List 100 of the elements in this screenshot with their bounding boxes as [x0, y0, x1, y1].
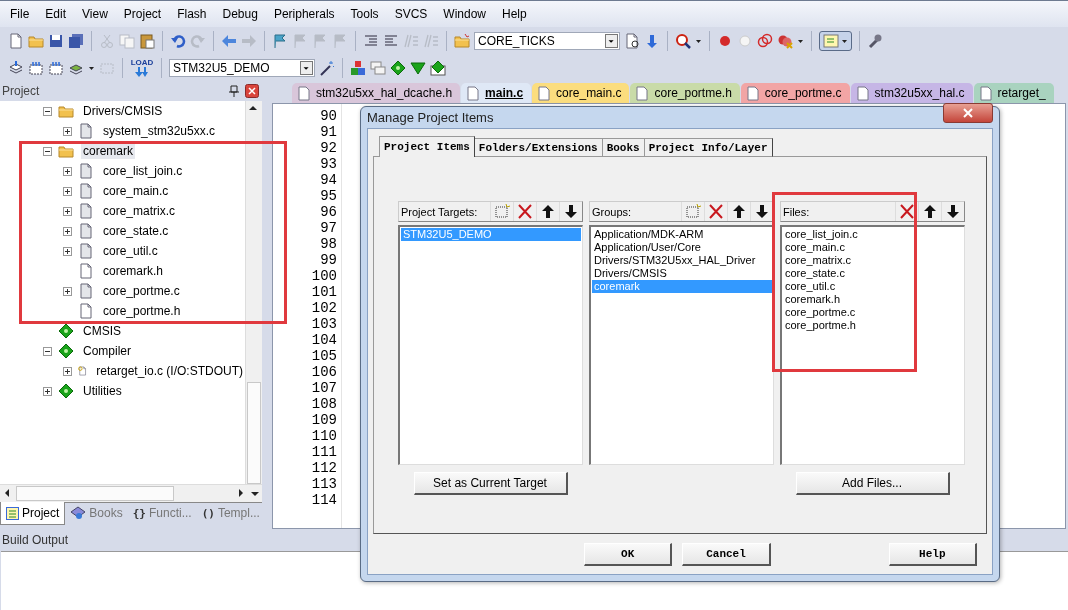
menu-item[interactable]: Help: [494, 7, 535, 21]
list-item[interactable]: core_main.c: [783, 241, 963, 254]
file-tab[interactable]: retarget_: [973, 83, 1054, 103]
menu-item[interactable]: Tools: [342, 7, 387, 21]
book-icon[interactable]: [70, 506, 87, 520]
file-tab[interactable]: core_portme.c: [740, 83, 850, 103]
expander-icon[interactable]: [63, 166, 72, 176]
menu-item[interactable]: Project: [115, 7, 170, 21]
magic-wand-icon[interactable]: [319, 59, 335, 76]
list-item[interactable]: Application/User/Core: [592, 241, 772, 254]
expander-icon[interactable]: [63, 366, 72, 376]
panel-tab[interactable]: Project: [0, 502, 66, 525]
save-icon[interactable]: [48, 32, 64, 49]
expander-icon[interactable]: [43, 386, 52, 396]
file-icon[interactable]: [538, 85, 551, 101]
file-icon[interactable]: [856, 85, 869, 101]
expander-icon[interactable]: [63, 226, 72, 236]
menu-item[interactable]: File: [2, 7, 38, 21]
tree-item[interactable]: core_portme.c: [101, 283, 182, 299]
expander-icon[interactable]: [63, 286, 72, 296]
list-item[interactable]: core_state.c: [783, 267, 963, 280]
tree-item[interactable]: Utilities: [81, 383, 124, 399]
dialog-button[interactable]: Help: [888, 542, 977, 566]
find-in-files-icon[interactable]: [624, 32, 640, 49]
project-icon[interactable]: [6, 506, 19, 520]
file-icon[interactable]: [467, 85, 480, 101]
list-item[interactable]: core_portme.c: [783, 306, 963, 319]
new-item-icon[interactable]: [490, 202, 513, 221]
rebuild-icon[interactable]: [28, 59, 44, 76]
save-all-icon[interactable]: [68, 32, 84, 49]
file-tab[interactable]: core_main.c: [532, 83, 630, 103]
tree-item[interactable]: core_portme.h: [101, 303, 183, 319]
circles-icon[interactable]: [757, 32, 773, 49]
tree-item[interactable]: core_main.c: [101, 183, 171, 199]
wrench-icon[interactable]: [867, 32, 883, 49]
panel-tab[interactable]: {} Functi...: [127, 502, 197, 524]
tree-item[interactable]: core_list_join.c: [101, 163, 185, 179]
tree-item[interactable]: Drivers/CMSIS: [81, 103, 165, 119]
menu-item[interactable]: View: [74, 7, 116, 21]
expander-icon[interactable]: [43, 346, 52, 356]
flag-icon[interactable]: [272, 32, 288, 49]
menu-item[interactable]: Window: [435, 7, 494, 21]
close-icon[interactable]: [245, 84, 259, 98]
action-button[interactable]: Add Files...: [795, 472, 950, 495]
file-icon[interactable]: [298, 85, 310, 101]
outdent-icon[interactable]: [383, 32, 399, 49]
pin-icon[interactable]: [229, 85, 239, 97]
scroll-thumb[interactable]: [16, 486, 174, 501]
paste-icon[interactable]: [139, 32, 155, 49]
file-icon[interactable]: [636, 85, 649, 101]
menu-item[interactable]: Edit: [37, 7, 75, 21]
list-item[interactable]: Drivers/CMSIS: [592, 267, 772, 280]
list-item[interactable]: core_portme.h: [783, 319, 963, 332]
rebuild-icon[interactable]: [48, 59, 64, 76]
build-icon[interactable]: [8, 59, 24, 76]
expander-icon[interactable]: [43, 146, 52, 156]
list-item[interactable]: coremark.h: [783, 293, 963, 306]
list-item[interactable]: Application/MDK-ARM: [592, 228, 772, 241]
action-button[interactable]: Set as Current Target: [413, 472, 568, 495]
expander-icon[interactable]: [63, 206, 72, 216]
list-item[interactable]: Drivers/STM32U5xx_HAL_Driver: [592, 254, 772, 267]
list-item[interactable]: core_util.c: [783, 280, 963, 293]
tree-item[interactable]: core_util.c: [101, 243, 160, 259]
file-tab[interactable]: stm32u5xx_hal_dcache.h: [292, 83, 461, 103]
new-file-icon[interactable]: [8, 32, 24, 49]
panel-tab[interactable]: () Templ...: [196, 502, 265, 524]
menu-item[interactable]: SVCS: [386, 7, 436, 21]
tree-item[interactable]: core_state.c: [101, 223, 171, 239]
funnel-icon[interactable]: [410, 59, 426, 76]
indent-icon[interactable]: [363, 32, 379, 49]
dialog-tab[interactable]: Project Info/Layer: [643, 138, 773, 157]
diamond-icon[interactable]: [430, 59, 446, 76]
magnifier-icon[interactable]: [675, 32, 691, 49]
scrollbar[interactable]: [245, 101, 262, 484]
menu-item[interactable]: Debug: [214, 7, 266, 21]
tree-item[interactable]: Compiler: [81, 343, 133, 359]
expander-icon[interactable]: [43, 106, 52, 116]
file-tab[interactable]: main.c: [461, 83, 532, 103]
close-button[interactable]: [943, 102, 993, 123]
dialog-button[interactable]: OK: [584, 542, 673, 566]
scroll-thumb[interactable]: [247, 382, 261, 484]
file-tab[interactable]: core_portme.h: [630, 83, 740, 103]
blocks-icon[interactable]: [350, 59, 366, 76]
list-item[interactable]: core_list_join.c: [783, 228, 963, 241]
file-icon[interactable]: [979, 85, 992, 101]
undo-icon[interactable]: [170, 32, 186, 49]
tree-item[interactable]: system_stm32u5xx.c: [101, 123, 218, 139]
file-icon[interactable]: [746, 85, 759, 101]
expander-icon[interactable]: [63, 246, 72, 256]
tree-item[interactable]: core_matrix.c: [101, 203, 178, 219]
tree-item[interactable]: retarget_io.c (I/O:STDOUT): [94, 363, 245, 379]
target-field[interactable]: STM32U5_DEMO: [169, 58, 315, 77]
diamond-icon[interactable]: [390, 59, 406, 76]
menu-item[interactable]: Peripherals: [265, 7, 343, 21]
expander-icon[interactable]: [63, 126, 72, 136]
tree-item[interactable]: CMSIS: [81, 323, 123, 339]
dialog-button[interactable]: Cancel: [682, 542, 771, 566]
dialog-tab[interactable]: Project Items: [379, 136, 475, 157]
list-item[interactable]: core_matrix.c: [783, 254, 963, 267]
load-button[interactable]: LOAD: [130, 58, 154, 77]
